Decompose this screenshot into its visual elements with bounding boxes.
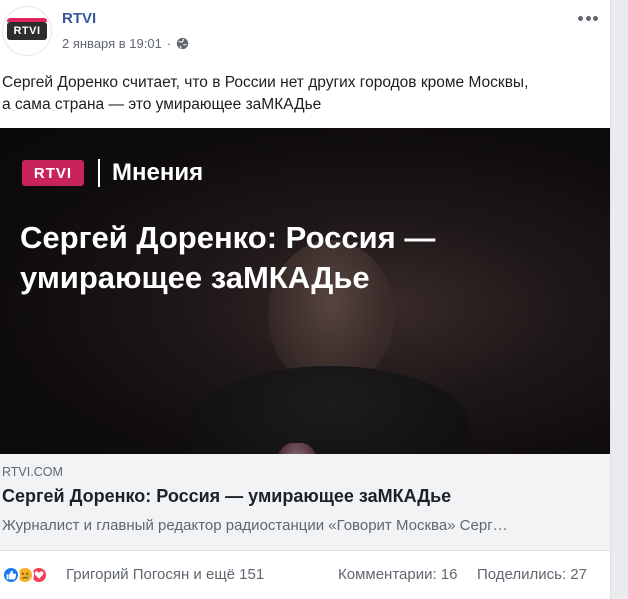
post-text: Сергей Доренко считает, что в России нет…	[2, 72, 602, 116]
link-title[interactable]: Сергей Доренко: Россия — умирающее заМКА…	[2, 486, 451, 507]
reaction-icons[interactable]	[2, 566, 48, 584]
comments-count-link[interactable]: Комментарии: 16	[338, 566, 458, 583]
image-brand-divider	[98, 159, 100, 187]
post-header: RTVI RTVI 2 января в 19:01 ·	[0, 0, 610, 68]
feed-scrollbar-edge	[610, 0, 628, 599]
page-avatar[interactable]: RTVI	[2, 6, 52, 56]
image-headline: Сергей Доренко: Россия — умирающее заМКА…	[20, 218, 520, 298]
post-footer: Григорий Погосян и ещё 151 Комментарии: …	[0, 562, 610, 590]
post-timestamp[interactable]: 2 января в 19:01	[62, 36, 162, 51]
like-icon	[2, 566, 20, 584]
page-name-link[interactable]: RTVI	[62, 10, 96, 27]
post-text-line: Сергей Доренко считает, что в России нет…	[2, 74, 529, 91]
more-dot	[585, 15, 591, 21]
post-meta: 2 января в 19:01 ·	[62, 36, 189, 51]
link-domain: RTVI.COM	[2, 465, 63, 479]
more-dot	[578, 15, 583, 21]
more-options-icon[interactable]	[574, 8, 602, 28]
image-brand-logo: RTVI	[22, 160, 84, 186]
shares-count-link[interactable]: Поделились: 27	[477, 566, 587, 583]
link-preview-meta[interactable]: RTVI.COM Сергей Доренко: Россия — умираю…	[0, 454, 610, 551]
image-section-label: Мнения	[112, 159, 204, 186]
link-preview-image[interactable]: RTVI Мнения Сергей Доренко: Россия — уми…	[0, 128, 610, 454]
image-headline-line: умирающее заМКАДье	[20, 260, 370, 295]
post-text-line: а сама страна — это умирающее заМКАДье	[2, 96, 322, 113]
image-person-body	[190, 366, 470, 454]
globe-icon[interactable]	[176, 37, 189, 50]
image-brand-row: RTVI Мнения	[22, 159, 203, 187]
avatar-logo: RTVI	[7, 18, 47, 40]
reactors-summary[interactable]: Григорий Погосян и ещё 151	[66, 566, 264, 583]
more-dot	[593, 15, 598, 21]
separator-dot: ·	[166, 36, 172, 51]
link-description: Журналист и главный редактор радиостанци…	[2, 517, 508, 534]
image-headline-line: Сергей Доренко: Россия —	[20, 220, 436, 255]
